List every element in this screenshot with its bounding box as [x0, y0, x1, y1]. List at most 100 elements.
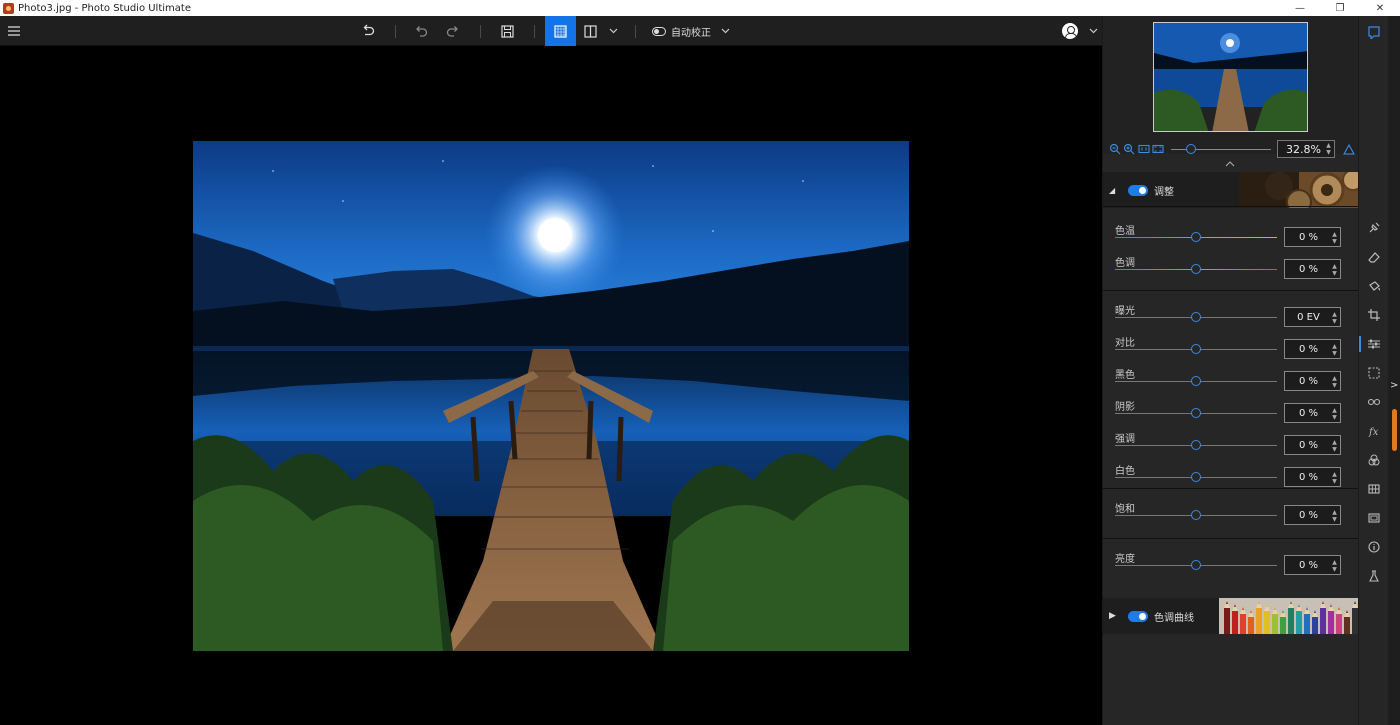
crop-tool-button[interactable]	[1366, 307, 1382, 323]
zoom-spinner[interactable]: ▲ ▼	[1325, 142, 1332, 156]
sliders-tool-button[interactable]	[1366, 336, 1382, 352]
slider-value-field[interactable]: 0 % ▲ ▼	[1284, 555, 1341, 575]
slider-knob[interactable]	[1191, 312, 1201, 322]
info-tool-button[interactable]	[1366, 539, 1382, 555]
bucket-tool-button[interactable]	[1366, 278, 1382, 294]
panels-tool-button[interactable]	[1366, 24, 1382, 40]
value-spinner[interactable]: ▲ ▼	[1331, 509, 1338, 523]
grid-tool-button[interactable]	[1366, 481, 1382, 497]
tone-curve-title: 色调曲线	[1154, 612, 1194, 624]
account-icon	[1062, 23, 1078, 39]
single-view-button[interactable]	[545, 16, 576, 46]
slider-knob[interactable]	[1191, 560, 1201, 570]
panel-scrollbar[interactable]	[1392, 409, 1397, 451]
revert-button[interactable]	[357, 16, 379, 46]
fx-tool-button[interactable]: fx	[1366, 423, 1382, 439]
histogram-button[interactable]	[1343, 143, 1355, 155]
slider-value-field[interactable]: 0 % ▲ ▼	[1284, 505, 1341, 525]
adjust-section-header[interactable]: ◢ 调整	[1103, 172, 1359, 208]
sliders-icon	[1368, 339, 1380, 349]
toolbar-divider	[395, 25, 396, 38]
compare-view-button[interactable]	[580, 16, 600, 46]
close-icon: ✕	[1375, 2, 1385, 14]
slider-knob[interactable]	[1191, 232, 1201, 242]
slider-knob[interactable]	[1191, 376, 1201, 386]
navigator-thumbnail[interactable]	[1153, 22, 1308, 132]
value-spinner[interactable]: ▲ ▼	[1331, 311, 1338, 325]
slider-value-field[interactable]: 0 EV ▲ ▼	[1284, 307, 1341, 327]
tone-curve-enable-toggle[interactable]	[1128, 610, 1148, 622]
window-title: Photo3.jpg - Photo Studio Ultimate	[18, 2, 191, 14]
zoom-controls: 32.8% ▲ ▼	[1103, 138, 1359, 160]
photo-preview[interactable]	[193, 141, 909, 651]
redo-icon	[446, 26, 458, 37]
slider-label: 黑色	[1115, 370, 1135, 381]
slider-value-field[interactable]: 0 % ▲ ▼	[1284, 339, 1341, 359]
value-spinner[interactable]: ▲ ▼	[1331, 407, 1338, 421]
value-spinner[interactable]: ▲ ▼	[1331, 231, 1338, 245]
restore-icon: ❐	[1335, 2, 1345, 14]
image-canvas[interactable]	[0, 46, 1102, 725]
minimize-button[interactable]: —	[1280, 0, 1320, 16]
save-button[interactable]	[496, 16, 518, 46]
slider-value-field[interactable]: 0 % ▲ ▼	[1284, 371, 1341, 391]
tone-curve-section-header[interactable]: ▶ 色调曲线	[1103, 598, 1359, 634]
panel-edge: >	[1388, 16, 1400, 725]
expand-arrow-icon[interactable]: ▶	[1109, 611, 1116, 621]
value-spinner[interactable]: ▲ ▼	[1331, 343, 1338, 357]
value-spinner[interactable]: ▲ ▼	[1331, 263, 1338, 277]
zoom-in-button[interactable]	[1123, 143, 1135, 155]
eraser-tool-button[interactable]	[1366, 249, 1382, 265]
color-mix-icon	[1368, 454, 1380, 466]
adjust-enable-toggle[interactable]	[1128, 184, 1148, 196]
navigator	[1103, 16, 1359, 154]
slider-value-field[interactable]: 0 % ▲ ▼	[1284, 467, 1341, 487]
fit-screen-button[interactable]	[1152, 143, 1164, 155]
slider-value: 0 %	[1298, 471, 1319, 483]
value-spinner[interactable]: ▲ ▼	[1331, 439, 1338, 453]
slider-value-field[interactable]: 0 % ▲ ▼	[1284, 227, 1341, 247]
eyes-tool-button[interactable]	[1366, 394, 1382, 410]
expand-arrow-icon[interactable]: ◢	[1109, 186, 1115, 195]
undo-button[interactable]	[410, 16, 432, 46]
selection-tool-button[interactable]	[1366, 365, 1382, 381]
restore-button[interactable]: ❐	[1320, 0, 1360, 16]
slider-value: 0 %	[1298, 559, 1319, 571]
redo-button[interactable]	[442, 16, 464, 46]
auto-correct-toggle[interactable]: 自动校正	[652, 16, 714, 46]
collapse-navigator-button[interactable]	[1225, 160, 1235, 168]
slider-knob[interactable]	[1191, 440, 1201, 450]
slider-knob[interactable]	[1191, 510, 1201, 520]
slider-value: 0 %	[1298, 375, 1319, 387]
zoom-slider-knob[interactable]	[1186, 144, 1196, 154]
slider-knob[interactable]	[1191, 408, 1201, 418]
zoom-out-button[interactable]	[1109, 143, 1121, 155]
value-spinner[interactable]: ▲ ▼	[1331, 375, 1338, 389]
slider-value-field[interactable]: 0 % ▲ ▼	[1284, 435, 1341, 455]
value-spinner[interactable]: ▲ ▼	[1331, 559, 1338, 573]
frame-tool-button[interactable]	[1366, 510, 1382, 526]
account-dropdown[interactable]	[1086, 16, 1100, 46]
slider-value-field[interactable]: 0 % ▲ ▼	[1284, 259, 1341, 279]
value-spinner[interactable]: ▲ ▼	[1331, 471, 1338, 485]
view-mode-dropdown[interactable]	[606, 16, 620, 46]
slider-knob[interactable]	[1191, 264, 1201, 274]
chevron-right-icon[interactable]: >	[1390, 380, 1398, 391]
slider-value: 0 %	[1298, 407, 1319, 419]
flask-tool-button[interactable]	[1366, 568, 1382, 584]
account-button[interactable]	[1060, 16, 1080, 46]
slider-value-field[interactable]: 0 % ▲ ▼	[1284, 403, 1341, 423]
zoom-value-field[interactable]: 32.8% ▲ ▼	[1277, 140, 1335, 158]
grid-icon	[1368, 484, 1380, 494]
actual-size-button[interactable]	[1138, 143, 1150, 155]
color-mix-tool-button[interactable]	[1366, 452, 1382, 468]
slider-knob[interactable]	[1191, 344, 1201, 354]
slider-knob[interactable]	[1191, 472, 1201, 482]
slider-value: 0 %	[1298, 343, 1319, 355]
menu-button[interactable]	[4, 16, 24, 46]
pin-tool-button[interactable]	[1366, 220, 1382, 236]
pencils-banner-image	[1219, 598, 1359, 634]
close-button[interactable]: ✕	[1360, 0, 1400, 16]
info-icon	[1368, 541, 1380, 553]
auto-correct-dropdown[interactable]	[718, 16, 732, 46]
